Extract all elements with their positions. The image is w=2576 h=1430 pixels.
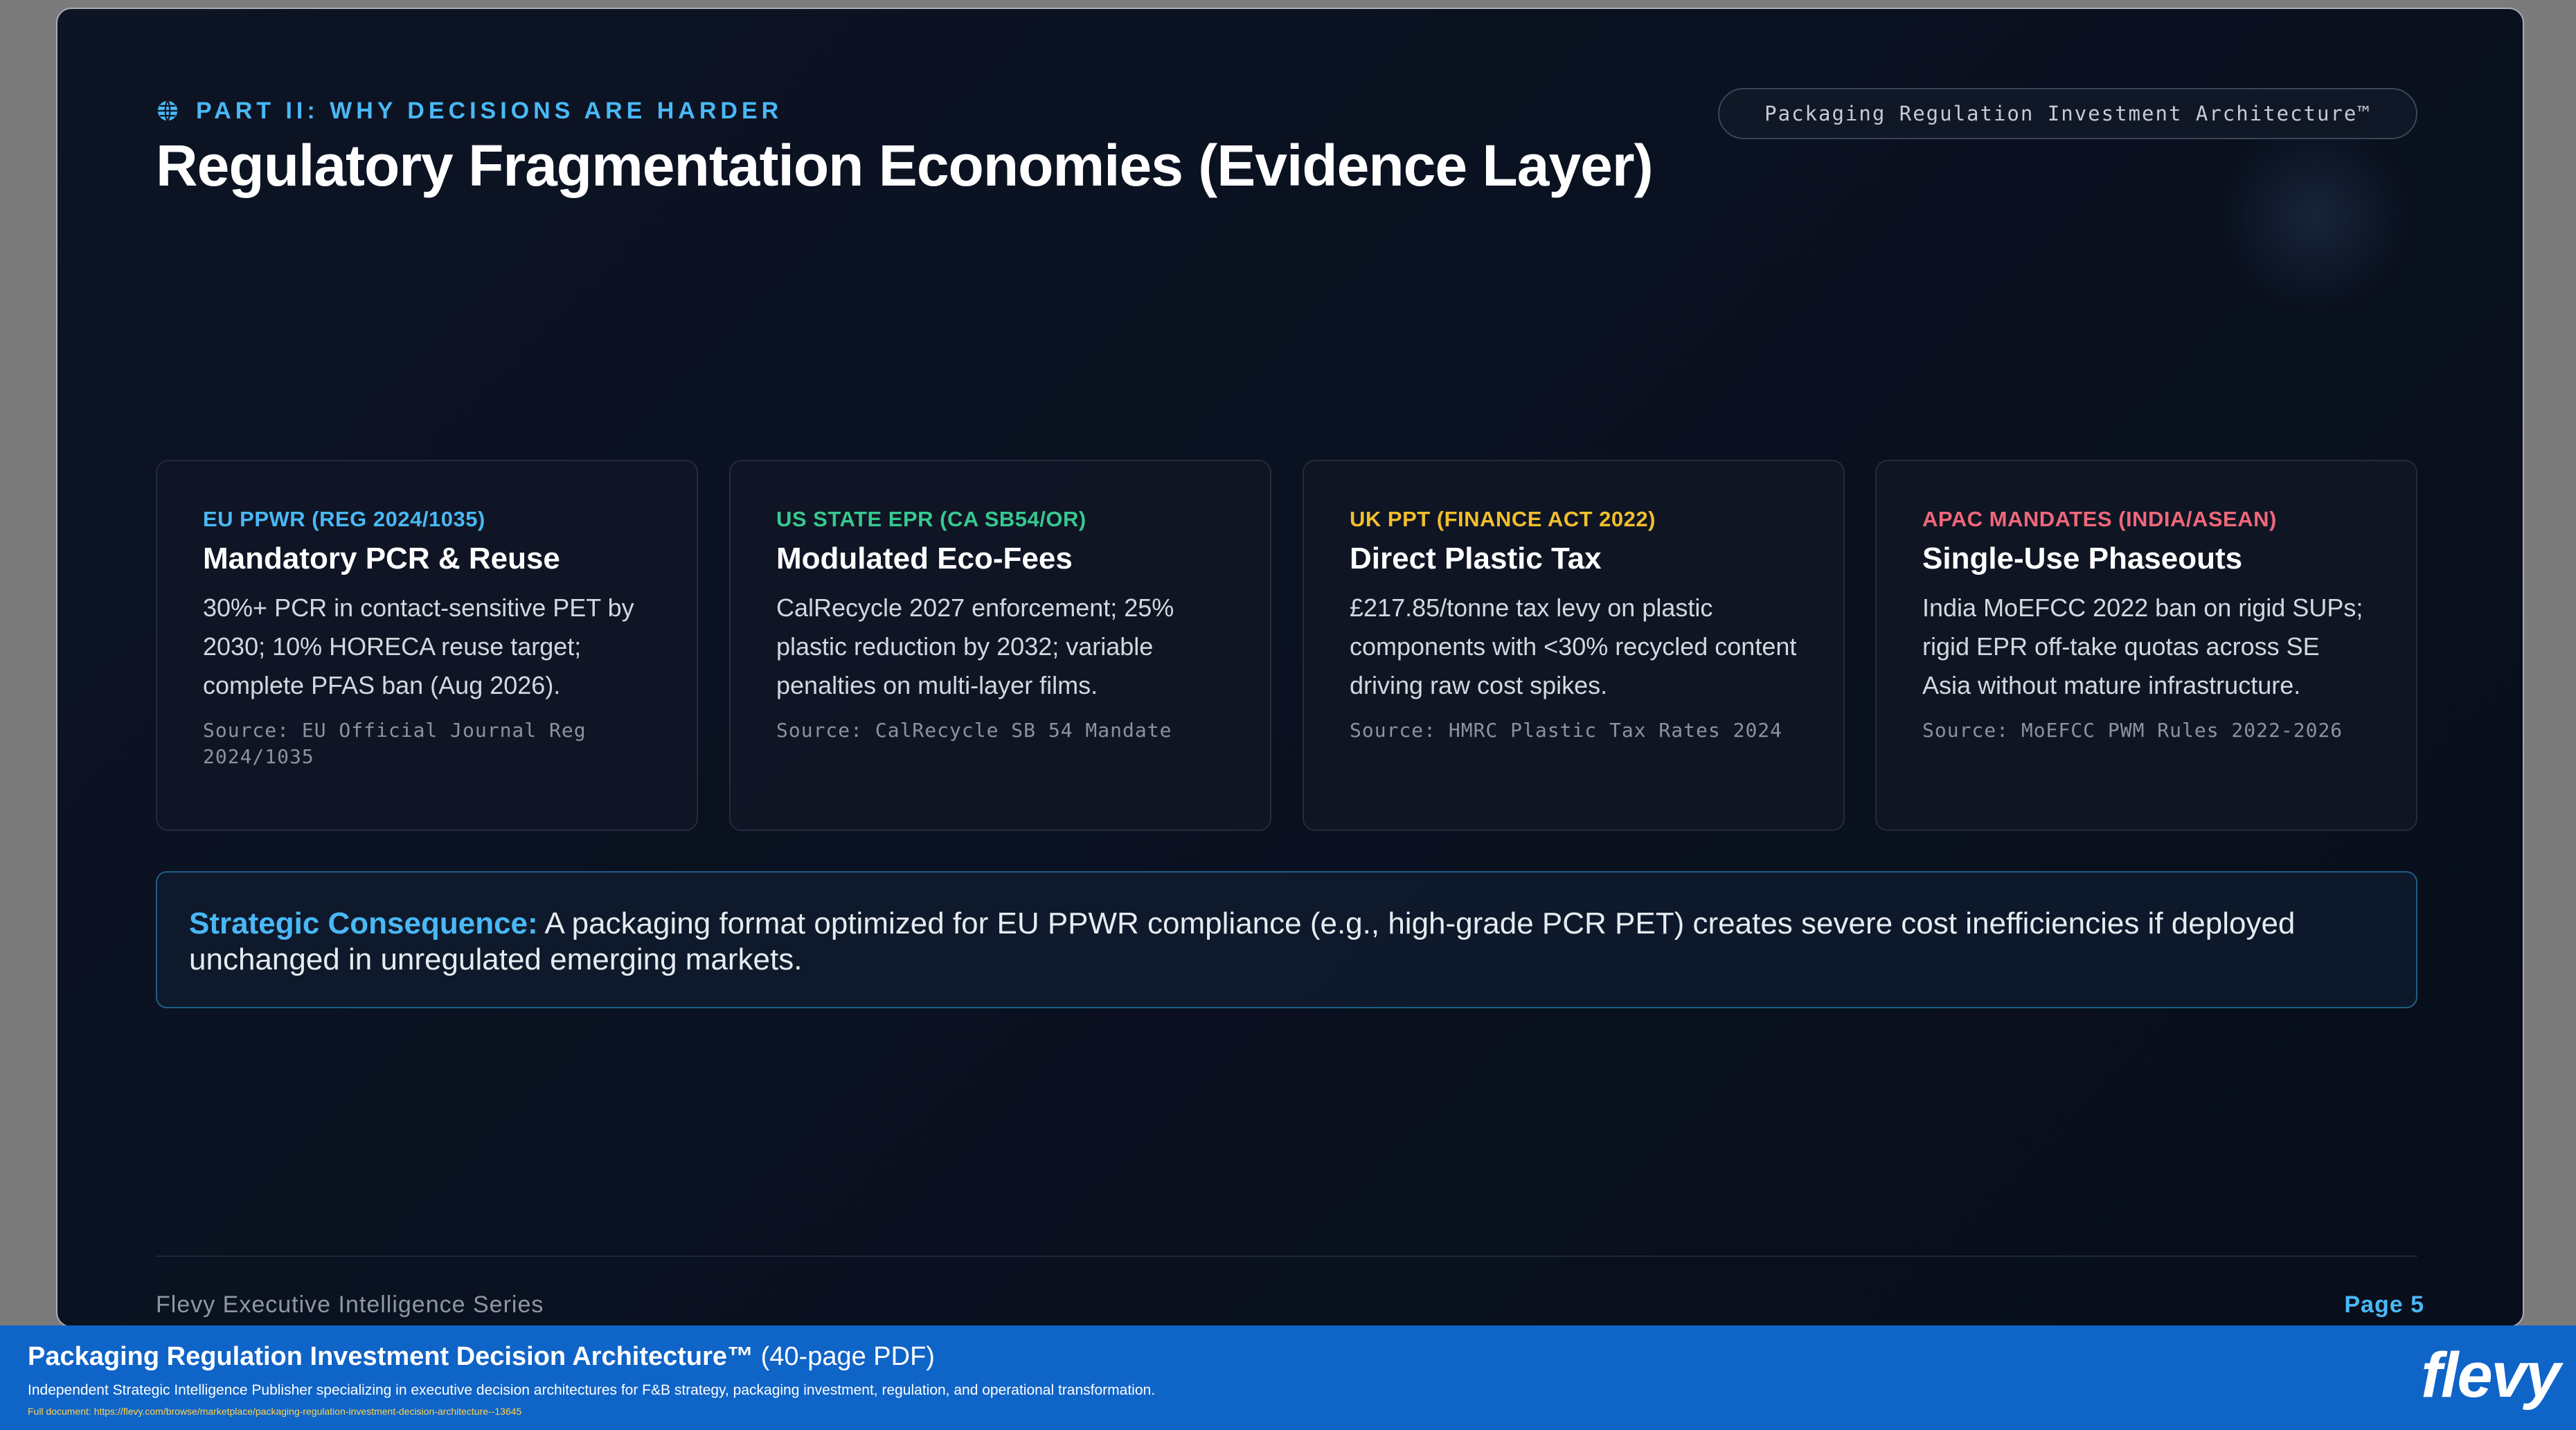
card-uk-ppt: UK PPT (FINANCE ACT 2022) Direct Plastic…: [1303, 460, 1845, 831]
card-source: Source: MoEFCC PWM Rules 2022-2026: [1922, 719, 2343, 742]
card-heading: Single-Use Phaseouts: [1922, 542, 2243, 575]
slide: PART II: WHY DECISIONS ARE HARDER Regula…: [56, 8, 2524, 1328]
card-body: 30%+ PCR in contact-sensitive PET by 203…: [203, 593, 634, 699]
banner-title[interactable]: Packaging Regulation Investment Decision…: [28, 1342, 935, 1372]
card-tag: US STATE EPR (CA SB54/OR): [776, 507, 1086, 531]
card-us-epr: US STATE EPR (CA SB54/OR) Modulated Eco-…: [729, 460, 1271, 831]
globe-icon: [157, 100, 178, 121]
card-source: Source: CalRecycle SB 54 Mandate: [776, 719, 1172, 742]
footer-divider: [156, 1255, 2417, 1257]
banner-description: Independent Strategic Intelligence Publi…: [28, 1382, 1156, 1398]
document-badge-text: Packaging Regulation Investment Architec…: [1764, 102, 2371, 125]
page-title: Regulatory Fragmentation Economies (Evid…: [156, 133, 1654, 198]
footer-series: Flevy Executive Intelligence Series: [156, 1292, 544, 1318]
card-tag: UK PPT (FINANCE ACT 2022): [1350, 507, 1656, 531]
section-label-row: PART II: WHY DECISIONS ARE HARDER: [156, 91, 782, 130]
card-body: £217.85/tonne tax levy on plastic compon…: [1350, 593, 1797, 699]
card-body: India MoEFCC 2022 ban on rigid SUPs; rig…: [1922, 593, 2363, 699]
card-heading: Modulated Eco-Fees: [776, 542, 1073, 575]
banner-page-count: (40-page PDF): [753, 1342, 935, 1371]
flevy-banner[interactable]: Packaging Regulation Investment Decision…: [0, 1325, 2576, 1430]
banner-url-link[interactable]: Full document: https://flevy.com/browse/…: [28, 1406, 521, 1417]
background-glow: [2218, 120, 2412, 314]
card-heading: Mandatory PCR & Reuse: [203, 542, 560, 575]
evidence-cards: EU PPWR (REG 2024/1035) Mandatory PCR & …: [156, 460, 2417, 831]
card-tag: APAC MANDATES (INDIA/ASEAN): [1922, 507, 2277, 531]
card-body: CalRecycle 2027 enforcement; 25% plastic…: [776, 593, 1174, 699]
banner-title-text[interactable]: Packaging Regulation Investment Decision…: [28, 1342, 753, 1371]
card-source: Source: EU Official Journal Reg 2024/103…: [203, 719, 587, 768]
callout-lead: Strategic Consequence:: [189, 906, 538, 940]
document-badge: Packaging Regulation Investment Architec…: [1718, 88, 2417, 139]
strategic-consequence-callout: Strategic Consequence: A packaging forma…: [156, 871, 2417, 1008]
card-heading: Direct Plastic Tax: [1350, 542, 1602, 575]
card-eu-ppwr: EU PPWR (REG 2024/1035) Mandatory PCR & …: [156, 460, 698, 831]
section-label: PART II: WHY DECISIONS ARE HARDER: [196, 97, 783, 124]
flevy-logo[interactable]: flevy: [2421, 1339, 2561, 1412]
page-number: Page 5: [2344, 1292, 2424, 1318]
card-source: Source: HMRC Plastic Tax Rates 2024: [1350, 719, 1783, 742]
card-apac-mandates: APAC MANDATES (INDIA/ASEAN) Single-Use P…: [1875, 460, 2417, 831]
card-tag: EU PPWR (REG 2024/1035): [203, 507, 485, 531]
